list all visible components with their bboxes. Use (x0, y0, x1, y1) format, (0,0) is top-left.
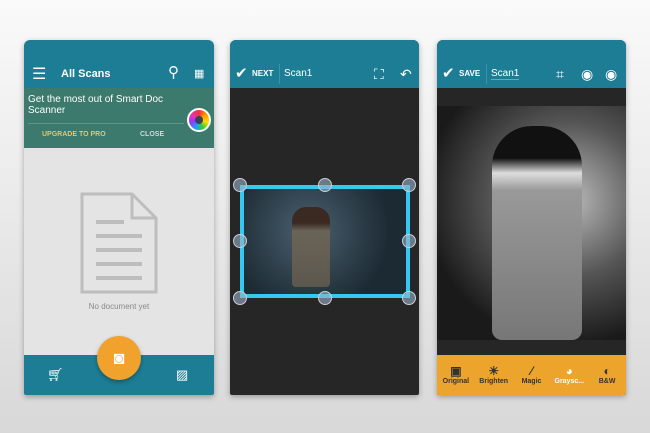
filter-screen: ✔ SAVE Scan1 ⌗ ◉ ◉ ▣ Original ☀ Brighten ⁄… (437, 40, 626, 395)
divider (279, 64, 280, 84)
crop-handle[interactable] (402, 291, 416, 305)
crop-screen: ✔ NEXT Scan1 ⛶ ↶ (230, 40, 419, 395)
search-icon[interactable]: ⚲ (168, 65, 179, 81)
filter-toolbar: ▣ Original ☀ Brighten ⁄ Magic ◕ Graysc... ◐ B… (437, 355, 626, 395)
menu-icon[interactable]: ☰ (32, 67, 46, 83)
app-bar: ✔ NEXT Scan1 ⛶ ↶ (230, 40, 419, 88)
cart-icon[interactable]: 🛒︎ (47, 367, 64, 383)
app-bar: ☰ All Scans ⚲ ▦ (24, 40, 214, 88)
close-button[interactable]: CLOSE (140, 131, 164, 138)
save-button[interactable]: SAVE (459, 69, 480, 78)
undo-icon[interactable]: ↶ (400, 66, 412, 82)
filter-brighten[interactable]: ☀ Brighten (475, 355, 513, 395)
crop-handle[interactable] (318, 178, 332, 192)
crop-handle[interactable] (402, 178, 416, 192)
filter-magic[interactable]: ⁄ Magic (513, 355, 551, 395)
filter-bw[interactable]: ◐ B&W (588, 355, 626, 395)
crop-frame[interactable] (240, 185, 410, 298)
upgrade-button[interactable]: UPGRADE TO PRO (42, 131, 106, 138)
banner-text: Get the most out of Smart Doc Scanner (28, 94, 164, 116)
next-button[interactable]: NEXT (252, 69, 273, 78)
app-logo (187, 108, 211, 132)
crop-handle[interactable] (233, 291, 247, 305)
empty-state-text: No document yet (88, 302, 150, 311)
photo-subject (492, 126, 582, 340)
contrast-icon: ◐ (603, 364, 611, 378)
crop-handle[interactable] (233, 178, 247, 192)
crop-handle[interactable] (233, 234, 247, 248)
divider (28, 123, 184, 124)
all-scans-screen: ☰ All Scans ⚲ ▦ Get the most out of Smar… (24, 40, 214, 395)
check-icon[interactable]: ✔ (235, 66, 248, 82)
camera-icon: ◙ (113, 347, 125, 368)
app-bar: ✔ SAVE Scan1 ⌗ ◉ ◉ (437, 40, 626, 88)
grayscale-icon: ◕ (565, 364, 573, 378)
check-icon[interactable]: ✔ (442, 66, 455, 82)
document-icon (80, 192, 158, 294)
page-title: All Scans (61, 68, 111, 80)
crop-handle[interactable] (402, 234, 416, 248)
sun-icon: ☀ (488, 364, 500, 378)
magic-wand-icon: ⁄ (530, 364, 533, 378)
full-crop-icon[interactable]: ⛶ (374, 66, 384, 82)
grid-icon[interactable]: ▦ (194, 66, 204, 82)
rotate-right-icon[interactable]: ◉ (605, 66, 617, 82)
scanned-image (437, 106, 626, 340)
image-icon: ▣ (450, 364, 462, 378)
photo-subject (292, 207, 330, 287)
filter-grayscale[interactable]: ◕ Graysc... (550, 355, 588, 395)
upgrade-banner: Get the most out of Smart Doc Scanner UP… (24, 88, 214, 148)
crop-icon[interactable]: ⌗ (556, 66, 564, 82)
document-name[interactable]: Scan1 (284, 68, 312, 79)
crop-handle[interactable] (318, 291, 332, 305)
filter-original[interactable]: ▣ Original (437, 355, 475, 395)
divider (486, 64, 487, 84)
camera-button[interactable]: ◙ (97, 336, 141, 380)
document-name[interactable]: Scan1 (491, 68, 520, 80)
rotate-left-icon[interactable]: ◉ (581, 66, 593, 82)
gallery-icon[interactable]: ▨ (176, 367, 188, 383)
